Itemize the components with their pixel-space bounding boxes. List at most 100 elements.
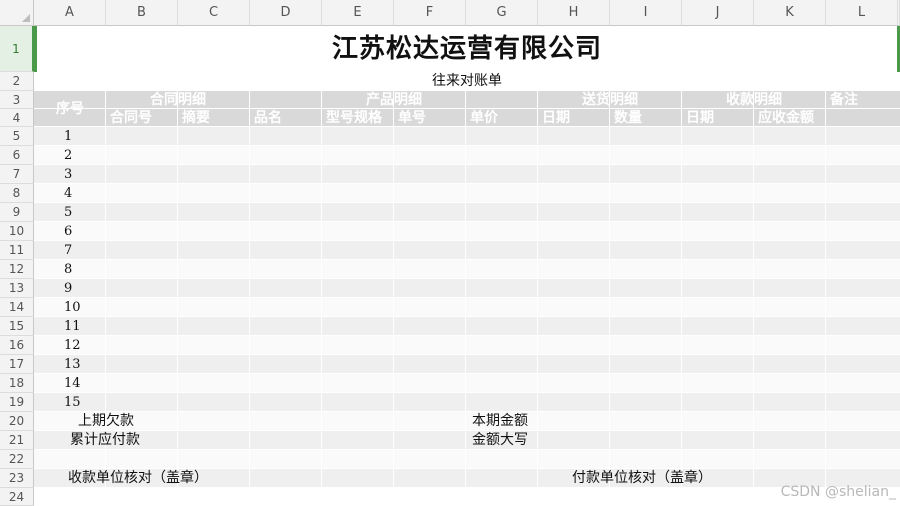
title-cell[interactable]: 江苏松达运营有限公司: [34, 26, 900, 72]
seq-cell-6[interactable]: 6: [34, 222, 106, 241]
row-band: [34, 374, 900, 393]
row-header-4[interactable]: 4: [0, 109, 34, 127]
seq-cell-13[interactable]: 13: [34, 355, 106, 374]
header-delivery-date[interactable]: 日期: [538, 109, 610, 127]
header-product-name[interactable]: 品名: [250, 109, 322, 127]
header-product-group[interactable]: 产品明细: [250, 91, 538, 109]
seq-cell-1[interactable]: 1: [34, 127, 106, 146]
column-header-c[interactable]: C: [178, 0, 250, 26]
seq-cell-7[interactable]: 7: [34, 241, 106, 260]
label-payer-verify[interactable]: 付款单位核对（盖章）: [538, 469, 754, 488]
grid-hline: [34, 373, 900, 374]
column-header-a[interactable]: A: [34, 0, 106, 26]
header-quantity[interactable]: 数量: [610, 109, 682, 127]
row-header-3[interactable]: 3: [0, 91, 34, 109]
grid-hline: [34, 259, 900, 260]
subtitle-cell[interactable]: 往来对账单: [34, 72, 900, 91]
header-contract-no[interactable]: 合同号: [106, 109, 178, 127]
row-band: [34, 165, 900, 184]
row-header-13[interactable]: 13: [0, 279, 34, 298]
label-payee-verify[interactable]: 收款单位核对（盖章）: [34, 469, 250, 488]
row-header-22[interactable]: 22: [0, 450, 34, 469]
header-summary[interactable]: 摘要: [178, 109, 250, 127]
column-header-l[interactable]: L: [826, 0, 898, 26]
grid-vline: [825, 91, 826, 506]
grid-hline: [34, 335, 900, 336]
row-header-23[interactable]: 23: [0, 469, 34, 488]
row-header-7[interactable]: 7: [0, 165, 34, 184]
row-header-6[interactable]: 6: [0, 146, 34, 165]
row-header-12[interactable]: 12: [0, 260, 34, 279]
seq-cell-10[interactable]: 10: [34, 298, 106, 317]
column-header-h[interactable]: H: [538, 0, 610, 26]
grid-hline: [34, 164, 900, 165]
column-header-e[interactable]: E: [322, 0, 394, 26]
column-header-j[interactable]: J: [682, 0, 754, 26]
header-receivable[interactable]: 应收金额: [754, 109, 826, 127]
grid-vline: [681, 91, 682, 506]
grid-hline: [34, 278, 900, 279]
row-header-21[interactable]: 21: [0, 431, 34, 450]
row-header-10[interactable]: 10: [0, 222, 34, 241]
row-band: [34, 127, 900, 146]
header-receipt-date[interactable]: 日期: [682, 109, 754, 127]
grid-hline: [34, 392, 900, 393]
column-header-b[interactable]: B: [106, 0, 178, 26]
column-header-d[interactable]: D: [250, 0, 322, 26]
header-contract-group[interactable]: 合同明细: [106, 91, 250, 109]
row-header-20[interactable]: 20: [0, 412, 34, 431]
header-seq[interactable]: 序号: [34, 91, 106, 127]
spreadsheet[interactable]: ABCDEFGHIJKL 1 2 3 4 5 6 7 8 9 10 11 12 13 14 15 16 17 18…: [0, 0, 900, 506]
header-unit-price[interactable]: 单价: [466, 109, 538, 127]
select-all-corner[interactable]: [0, 0, 34, 26]
row-header-15[interactable]: 15: [0, 317, 34, 336]
header-receipt-group[interactable]: 收款明细: [682, 91, 826, 109]
row-band: [34, 184, 900, 203]
grid-hline: [34, 316, 900, 317]
row-header-16[interactable]: 16: [0, 336, 34, 355]
column-header-i[interactable]: I: [610, 0, 682, 26]
select-all-triangle-icon: [22, 14, 30, 22]
row-header-17[interactable]: 17: [0, 355, 34, 374]
row-band: [34, 355, 900, 374]
row-band: [34, 241, 900, 260]
row-header-9[interactable]: 9: [0, 203, 34, 222]
grid-hline: [34, 202, 900, 203]
grid-hline: [34, 297, 900, 298]
row-header-2[interactable]: 2: [0, 72, 34, 91]
seq-cell-9[interactable]: 9: [34, 279, 106, 298]
label-amount-in-words[interactable]: 金额大写: [466, 431, 610, 450]
row-header-8[interactable]: 8: [0, 184, 34, 203]
column-header-g[interactable]: G: [466, 0, 538, 26]
seq-cell-14[interactable]: 14: [34, 374, 106, 393]
row-band: [34, 203, 900, 222]
label-current-amount[interactable]: 本期金额: [466, 412, 610, 431]
row-header-1[interactable]: 1: [0, 26, 34, 72]
seq-cell-3[interactable]: 3: [34, 165, 106, 184]
row-header-19[interactable]: 19: [0, 393, 34, 412]
column-header-k[interactable]: K: [754, 0, 826, 26]
label-prev-arrears[interactable]: 上期欠款: [34, 412, 178, 431]
seq-cell-15[interactable]: 15: [34, 393, 106, 412]
row-header-24[interactable]: 24: [0, 488, 34, 506]
row-band: [34, 222, 900, 241]
row-header-18[interactable]: 18: [0, 374, 34, 393]
seq-cell-4[interactable]: 4: [34, 184, 106, 203]
row-header-5[interactable]: 5: [0, 127, 34, 146]
seq-cell-8[interactable]: 8: [34, 260, 106, 279]
watermark: CSDN @shelian_: [780, 484, 896, 500]
seq-cell-12[interactable]: 12: [34, 336, 106, 355]
header-remark[interactable]: 备注: [826, 91, 898, 109]
seq-cell-11[interactable]: 11: [34, 317, 106, 336]
row-header-11[interactable]: 11: [0, 241, 34, 260]
header-delivery-group[interactable]: 送货明细: [538, 91, 682, 109]
row-header-14[interactable]: 14: [0, 298, 34, 317]
grid-hline: [34, 145, 900, 146]
header-order-no[interactable]: 单号: [394, 109, 466, 127]
seq-cell-2[interactable]: 2: [34, 146, 106, 165]
seq-cell-5[interactable]: 5: [34, 203, 106, 222]
column-header-f[interactable]: F: [394, 0, 466, 26]
header-model[interactable]: 型号规格: [322, 109, 394, 127]
grid-hline: [34, 240, 900, 241]
label-cumulative-payable[interactable]: 累计应付款: [34, 431, 178, 450]
